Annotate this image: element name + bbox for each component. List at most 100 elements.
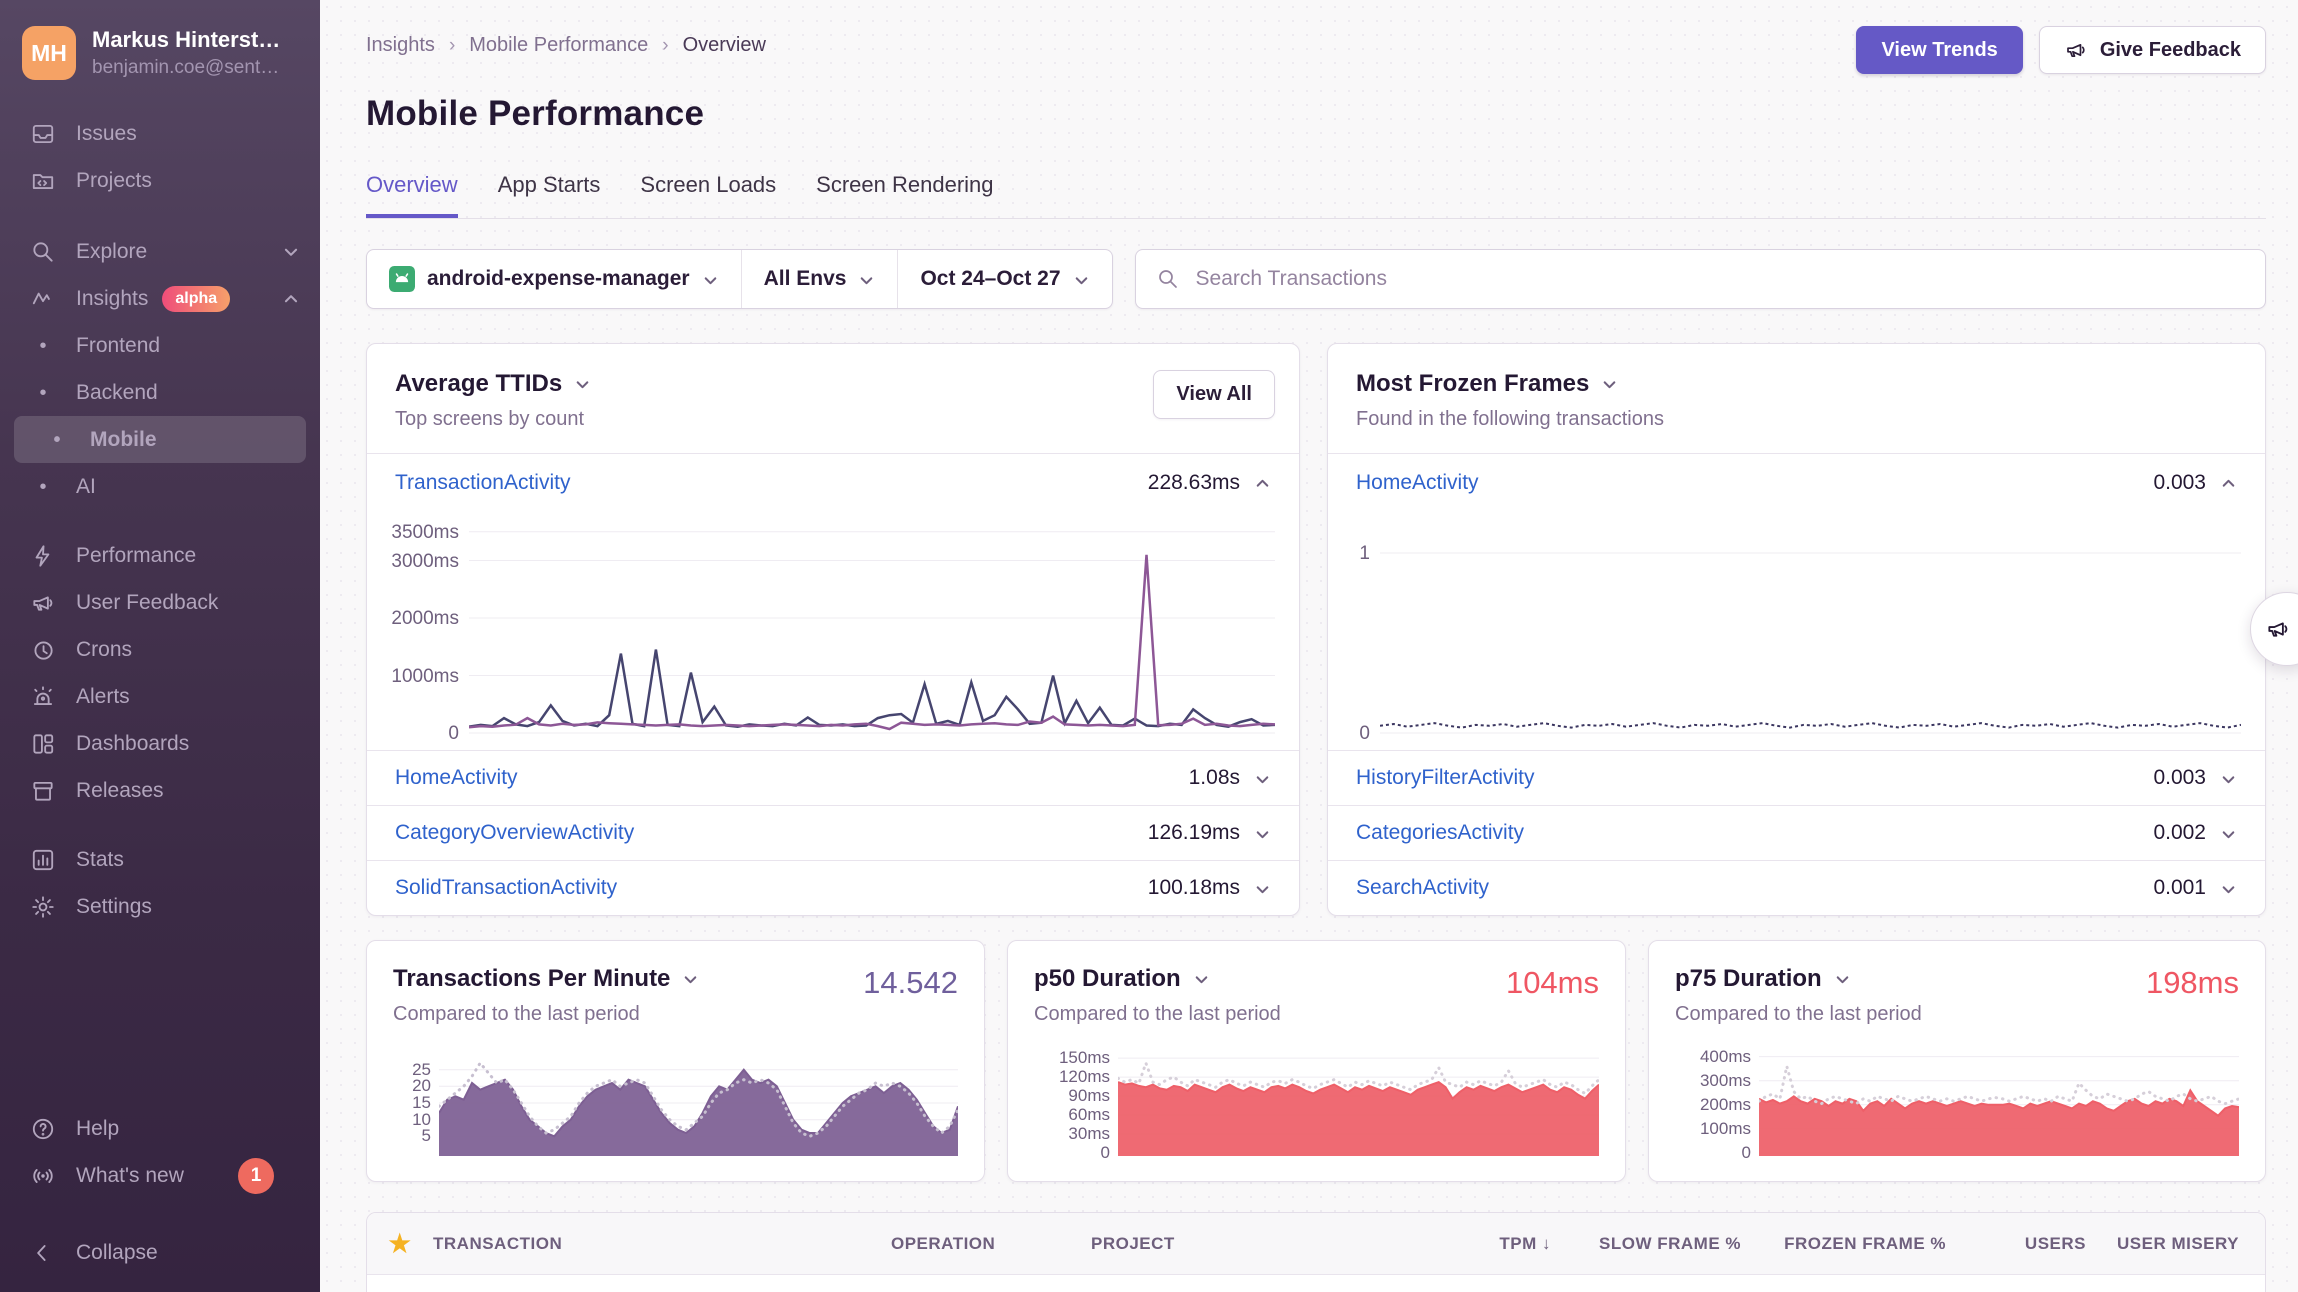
sidebar-item-mobile[interactable]: •Mobile [14, 416, 306, 463]
column-header-project[interactable]: PROJECT [1091, 1234, 1421, 1254]
tab-screen-loads[interactable]: Screen Loads [640, 172, 776, 218]
bullet-icon: • [30, 333, 56, 359]
page-title: Mobile Performance [366, 94, 2266, 134]
view-all-button[interactable]: View All [1153, 370, 1275, 419]
tab-overview[interactable]: Overview [366, 172, 458, 218]
column-header-operation[interactable]: OPERATION [891, 1234, 1091, 1254]
bullet-icon: • [44, 427, 70, 453]
date-range-filter[interactable]: Oct 24–Oct 27 [897, 250, 1111, 308]
sidebar-item-ai[interactable]: •AI [0, 463, 320, 510]
transaction-link[interactable]: SearchActivity [1356, 876, 1489, 900]
tab-screen-rendering[interactable]: Screen Rendering [816, 172, 993, 218]
breadcrumb-item[interactable]: Mobile Performance [469, 34, 648, 57]
row-value: 100.18ms [1148, 876, 1240, 900]
row-value: 126.19ms [1148, 821, 1240, 845]
transaction-link[interactable]: HomeActivity [395, 766, 518, 790]
column-header-slow-frame-[interactable]: SLOW FRAME % [1551, 1234, 1741, 1254]
transaction-link[interactable]: TransactionActivity [395, 471, 570, 495]
transaction-link[interactable]: CategoryOverviewActivity [395, 821, 634, 845]
transaction-link[interactable]: CategoriesActivity [1356, 821, 1524, 845]
project-filter-value: android-expense-manager [427, 267, 690, 291]
chevron-down-icon[interactable] [1254, 880, 1271, 897]
panel-row[interactable]: CategoriesActivity 0.002 [1328, 805, 2265, 860]
sidebar-item-backend[interactable]: •Backend [0, 369, 320, 416]
breadcrumb-item: Overview [683, 34, 766, 57]
panel-row[interactable]: SearchActivity0.001 [1328, 860, 2265, 915]
tab-bar: Overview App Starts Screen Loads Screen Ren… [366, 172, 2266, 219]
breadcrumb-separator: › [662, 35, 668, 57]
project-filter[interactable]: android-expense-manager [367, 250, 741, 308]
breadcrumb-separator: › [449, 35, 455, 57]
sidebar-item-label: Help [76, 1117, 119, 1141]
dashboard-icon [30, 731, 56, 757]
sidebar-item-crons[interactable]: Crons [0, 626, 320, 673]
metric-subtitle: Compared to the last period [393, 1003, 699, 1026]
sidebar-item-insights[interactable]: Insights alpha [0, 275, 320, 322]
tab-app-starts[interactable]: App Starts [498, 172, 601, 218]
chevron-down-icon[interactable] [682, 971, 699, 988]
sidebar-item-releases[interactable]: Releases [0, 767, 320, 814]
nav-primary: IssuesProjects [0, 110, 320, 204]
frozen-expanded-row[interactable]: HomeActivity 0.003 [1328, 453, 2265, 511]
clock-icon [30, 637, 56, 663]
gear-icon [30, 894, 56, 920]
sidebar-item-alerts[interactable]: Alerts [0, 673, 320, 720]
sidebar-item-stats[interactable]: Stats [0, 836, 320, 883]
chevron-down-icon[interactable] [1834, 971, 1851, 988]
panel-row[interactable]: HomeActivity 1.08s [367, 750, 1299, 805]
chevron-down-icon[interactable] [1254, 770, 1271, 787]
sidebar-item-help[interactable]: Help [0, 1105, 320, 1152]
column-header-tpm[interactable]: TPM ↓ [1421, 1234, 1551, 1254]
transaction-link[interactable]: SolidTransactionActivity [395, 876, 617, 900]
ttid-expanded-row[interactable]: TransactionActivity 228.63ms [367, 453, 1299, 511]
transaction-link[interactable]: HomeActivity [1356, 471, 1479, 495]
give-feedback-button[interactable]: Give Feedback [2039, 26, 2266, 74]
column-header-user-misery[interactable]: USER MISERY [2086, 1234, 2265, 1254]
user-email: benjamin.coe@sent… [92, 57, 280, 79]
y-axis-labels: 10 [1338, 521, 1380, 736]
whats-new-badge: 1 [238, 1158, 274, 1194]
environment-filter[interactable]: All Envs [741, 250, 898, 308]
sidebar-item-frontend[interactable]: •Frontend [0, 322, 320, 369]
sidebar-item-settings[interactable]: Settings [0, 883, 320, 930]
megaphone-icon [2265, 616, 2291, 642]
chevron-down-icon[interactable] [574, 376, 591, 393]
chevron-up-icon[interactable] [2220, 474, 2237, 491]
column-header-users[interactable]: USERS [1946, 1234, 2086, 1254]
chevron-down-icon[interactable] [1601, 376, 1618, 393]
favorite-column-icon[interactable]: ★ [367, 1229, 433, 1259]
chevron-down-icon[interactable] [2220, 825, 2237, 842]
y-axis-labels: 150ms120ms90ms60ms30ms0 [1034, 1048, 1118, 1156]
chevron-down-icon[interactable] [2220, 770, 2237, 787]
most-frozen-frames-panel: Most Frozen Frames Found in the followin… [1327, 343, 2266, 916]
chevron-down-icon[interactable] [1193, 971, 1210, 988]
column-header-transaction[interactable]: TRANSACTION [433, 1234, 891, 1254]
sidebar-item-issues[interactable]: Issues [0, 110, 320, 157]
search-icon [30, 239, 56, 265]
sidebar-item-projects[interactable]: Projects [0, 157, 320, 204]
sidebar-item-dashboards[interactable]: Dashboards [0, 720, 320, 767]
sidebar-footer: Help What's new1 Collapse [0, 1105, 320, 1276]
sidebar-item-label: Crons [76, 638, 132, 662]
transaction-link[interactable]: HistoryFilterActivity [1356, 766, 1535, 790]
search-transactions-input[interactable] [1194, 266, 2245, 292]
panel-row[interactable]: CategoryOverviewActivity 126.19ms [367, 805, 1299, 860]
row-value: 1.08s [1189, 766, 1240, 790]
chevron-down-icon[interactable] [2220, 880, 2237, 897]
sidebar-item-collapse[interactable]: Collapse [0, 1229, 320, 1276]
user-menu[interactable]: MH Markus Hinterst… benjamin.coe@sent… [0, 0, 320, 110]
chevron-up-icon[interactable] [1254, 474, 1271, 491]
table-body: ☆TransactionActivityui.loadandroid-expen… [367, 1275, 2265, 1292]
view-trends-button[interactable]: View Trends [1856, 26, 2022, 74]
row-value: 0.002 [2153, 821, 2206, 845]
panel-row[interactable]: HistoryFilterActivity0.003 [1328, 750, 2265, 805]
panel-row[interactable]: SolidTransactionActivity 100.18ms [367, 860, 1299, 915]
breadcrumb-item[interactable]: Insights [366, 34, 435, 57]
chevron-down-icon[interactable] [1254, 825, 1271, 842]
sidebar-item-user-feedback[interactable]: User Feedback [0, 579, 320, 626]
column-header-frozen-frame-[interactable]: FROZEN FRAME % [1741, 1234, 1946, 1254]
sidebar-item-performance[interactable]: Performance [0, 532, 320, 579]
sidebar-item-explore[interactable]: Explore [0, 228, 320, 275]
metrics-row: Transactions Per MinuteCompared to the l… [366, 940, 2266, 1182]
sidebar-item-what-s-new[interactable]: What's new1 [0, 1152, 320, 1199]
